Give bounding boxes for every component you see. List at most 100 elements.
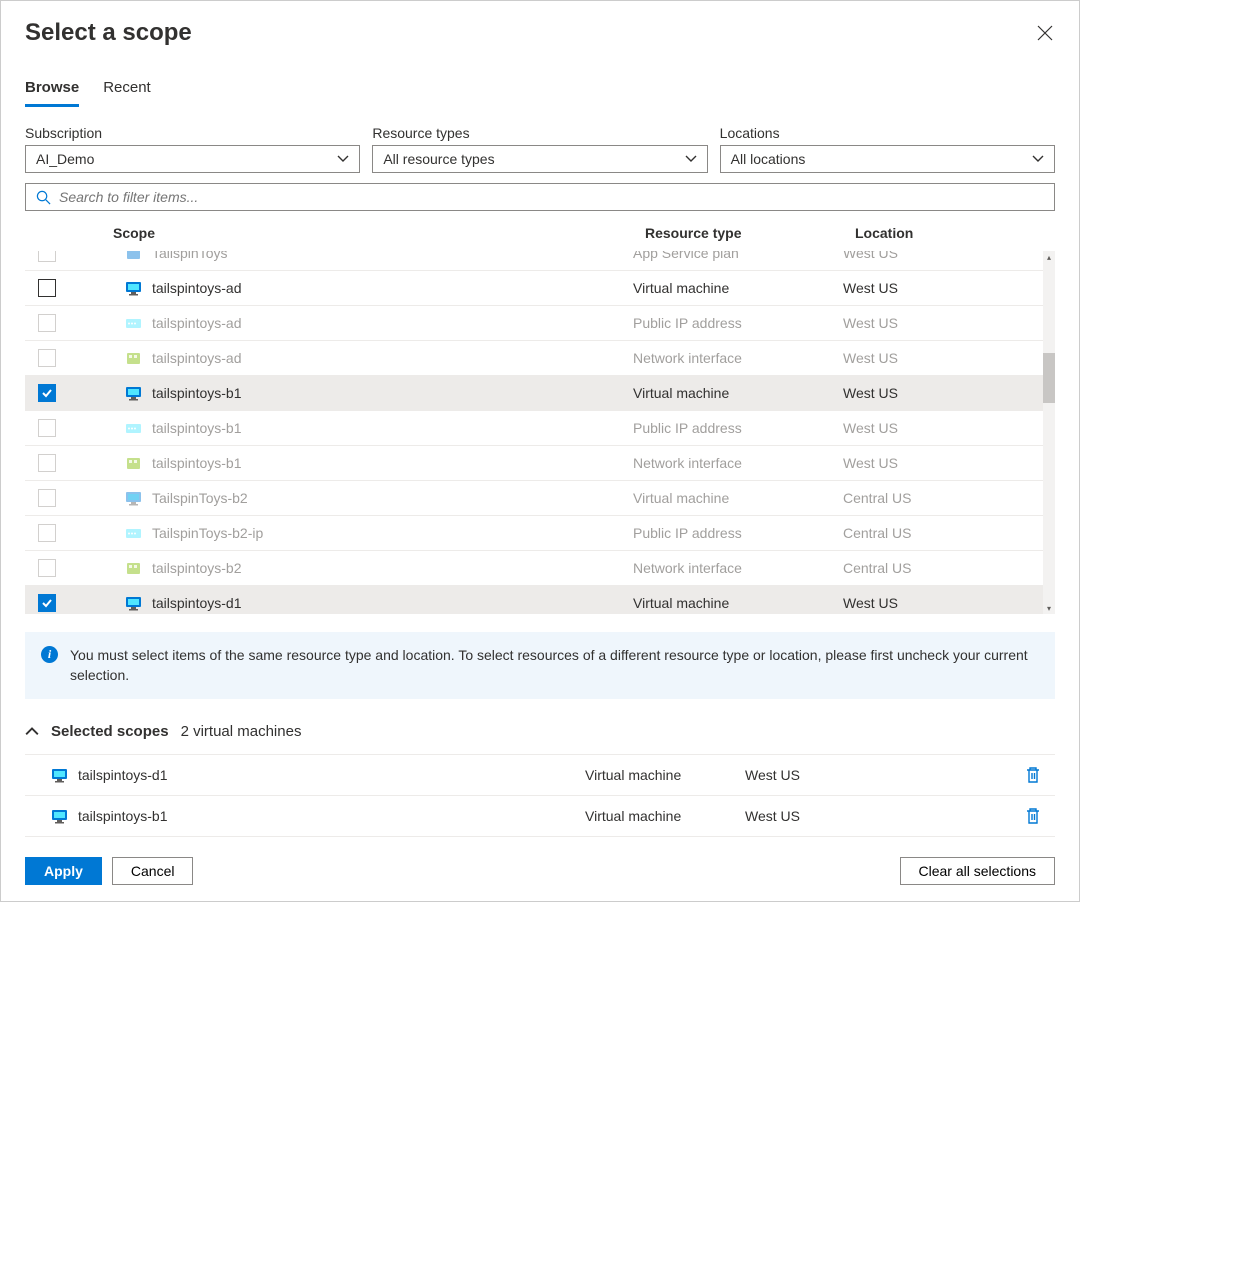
table-row: TailspinToys-b2Virtual machineCentral US: [25, 480, 1043, 515]
scroll-thumb[interactable]: [1043, 353, 1055, 403]
resourcetypes-label: Resource types: [372, 125, 707, 141]
row-name: tailspintoys-b1: [152, 420, 242, 436]
locations-label: Locations: [720, 125, 1055, 141]
chevron-down-icon: [685, 155, 697, 163]
row-type: Virtual machine: [633, 595, 843, 611]
row-location: West US: [843, 315, 1043, 331]
row-checkbox: [38, 314, 56, 332]
row-name: tailspintoys-b1: [152, 385, 242, 401]
search-icon: [36, 190, 51, 205]
row-type: Virtual machine: [633, 385, 843, 401]
chevron-down-icon: [1032, 155, 1044, 163]
row-name: TailspinToys: [152, 251, 227, 261]
row-name: tailspintoys-ad: [152, 280, 242, 296]
search-input[interactable]: [59, 189, 1044, 205]
cancel-button[interactable]: Cancel: [112, 857, 194, 885]
row-location: West US: [843, 350, 1043, 366]
row-location: West US: [843, 280, 1043, 296]
row-location: West US: [843, 385, 1043, 401]
table-row: tailspintoys-ad Public IP addressWest US: [25, 305, 1043, 340]
tab-browse[interactable]: Browse: [25, 79, 79, 107]
vm-icon: [125, 280, 142, 297]
apply-button[interactable]: Apply: [25, 857, 102, 885]
subscription-dropdown[interactable]: AI_Demo: [25, 145, 360, 173]
table-row[interactable]: tailspintoys-ad Virtual machineWest US: [25, 270, 1043, 305]
row-checkbox[interactable]: [38, 279, 56, 297]
selected-name: tailspintoys-d1: [78, 767, 168, 783]
selected-name: tailspintoys-b1: [78, 808, 168, 824]
table-header: Scope Resource type Location: [1, 215, 1079, 251]
row-checkbox: [38, 489, 56, 507]
search-box[interactable]: [25, 183, 1055, 211]
col-location-header: Location: [855, 225, 1055, 241]
locations-dropdown[interactable]: All locations: [720, 145, 1055, 173]
vm-icon: [125, 385, 142, 402]
row-type: Public IP address: [633, 315, 843, 331]
scrollbar[interactable]: ▴ ▾: [1043, 251, 1055, 614]
vm-icon: [125, 490, 142, 507]
scroll-up-arrow[interactable]: ▴: [1043, 251, 1055, 263]
vm-icon: [51, 808, 68, 825]
row-checkbox: [38, 251, 56, 262]
selected-location: West US: [745, 767, 1025, 783]
info-icon: i: [41, 646, 58, 663]
info-text: You must select items of the same resour…: [70, 646, 1039, 685]
row-location: West US: [843, 251, 1043, 261]
scroll-down-arrow[interactable]: ▾: [1043, 602, 1055, 614]
table-row: tailspintoys-ad Network interfaceWest US: [25, 340, 1043, 375]
info-banner: i You must select items of the same reso…: [25, 632, 1055, 699]
row-checkbox: [38, 349, 56, 367]
row-location: Central US: [843, 525, 1043, 541]
tab-recent[interactable]: Recent: [103, 79, 151, 107]
trash-icon: [1025, 766, 1041, 784]
row-location: Central US: [843, 490, 1043, 506]
table-row: tailspintoys-b2Network interfaceCentral …: [25, 550, 1043, 585]
row-type: Virtual machine: [633, 490, 843, 506]
table-row: TailspinToys-b2-ipPublic IP addressCentr…: [25, 515, 1043, 550]
clear-all-button[interactable]: Clear all selections: [900, 857, 1056, 885]
row-checkbox[interactable]: [38, 384, 56, 402]
close-button[interactable]: [1035, 23, 1055, 43]
row-name: tailspintoys-b1: [152, 455, 242, 471]
collapse-toggle[interactable]: [25, 727, 39, 737]
table-row: tailspintoys-b1Network interfaceWest US: [25, 445, 1043, 480]
row-name: tailspintoys-ad: [152, 315, 242, 331]
resourcetypes-dropdown[interactable]: All resource types: [372, 145, 707, 173]
table-row: tailspintoys-b1Public IP addressWest US: [25, 410, 1043, 445]
remove-selection-button[interactable]: [1025, 807, 1055, 825]
row-checkbox: [38, 454, 56, 472]
row-checkbox: [38, 419, 56, 437]
col-restype-header: Resource type: [645, 225, 855, 241]
selected-type: Virtual machine: [585, 808, 745, 824]
row-name: tailspintoys-ad: [152, 350, 242, 366]
remove-selection-button[interactable]: [1025, 766, 1055, 784]
table-row[interactable]: tailspintoys-d1Virtual machineWest US: [25, 585, 1043, 614]
chevron-up-icon: [25, 727, 39, 737]
selected-list: tailspintoys-d1Virtual machineWest UStai…: [25, 754, 1055, 837]
selected-row: tailspintoys-b1 Virtual machineWest US: [25, 796, 1055, 837]
selected-location: West US: [745, 808, 1025, 824]
row-location: Central US: [843, 560, 1043, 576]
row-type: Virtual machine: [633, 280, 843, 296]
row-checkbox[interactable]: [38, 594, 56, 612]
vm-icon: [51, 767, 68, 784]
row-type: Network interface: [633, 455, 843, 471]
col-scope-header: Scope: [69, 225, 645, 241]
row-type: App Service plan: [633, 251, 843, 261]
table-row[interactable]: tailspintoys-b1 Virtual machineWest US: [25, 375, 1043, 410]
resource-table: TailspinToysApp Service planWest UStails…: [25, 251, 1043, 614]
vm-icon: [125, 595, 142, 612]
select-scope-dialog: Select a scope Browse Recent Subscriptio…: [0, 0, 1080, 902]
row-type: Network interface: [633, 350, 843, 366]
row-checkbox: [38, 559, 56, 577]
tabs: Browse Recent: [1, 55, 1079, 107]
dialog-title: Select a scope: [25, 19, 192, 47]
row-location: West US: [843, 595, 1043, 611]
row-checkbox: [38, 524, 56, 542]
nic-icon: [125, 560, 142, 577]
close-icon: [1037, 25, 1053, 41]
ip-icon: [125, 420, 142, 437]
selected-scopes-label: Selected scopes: [51, 723, 169, 740]
locations-value: All locations: [731, 151, 806, 167]
nic-icon: [125, 455, 142, 472]
